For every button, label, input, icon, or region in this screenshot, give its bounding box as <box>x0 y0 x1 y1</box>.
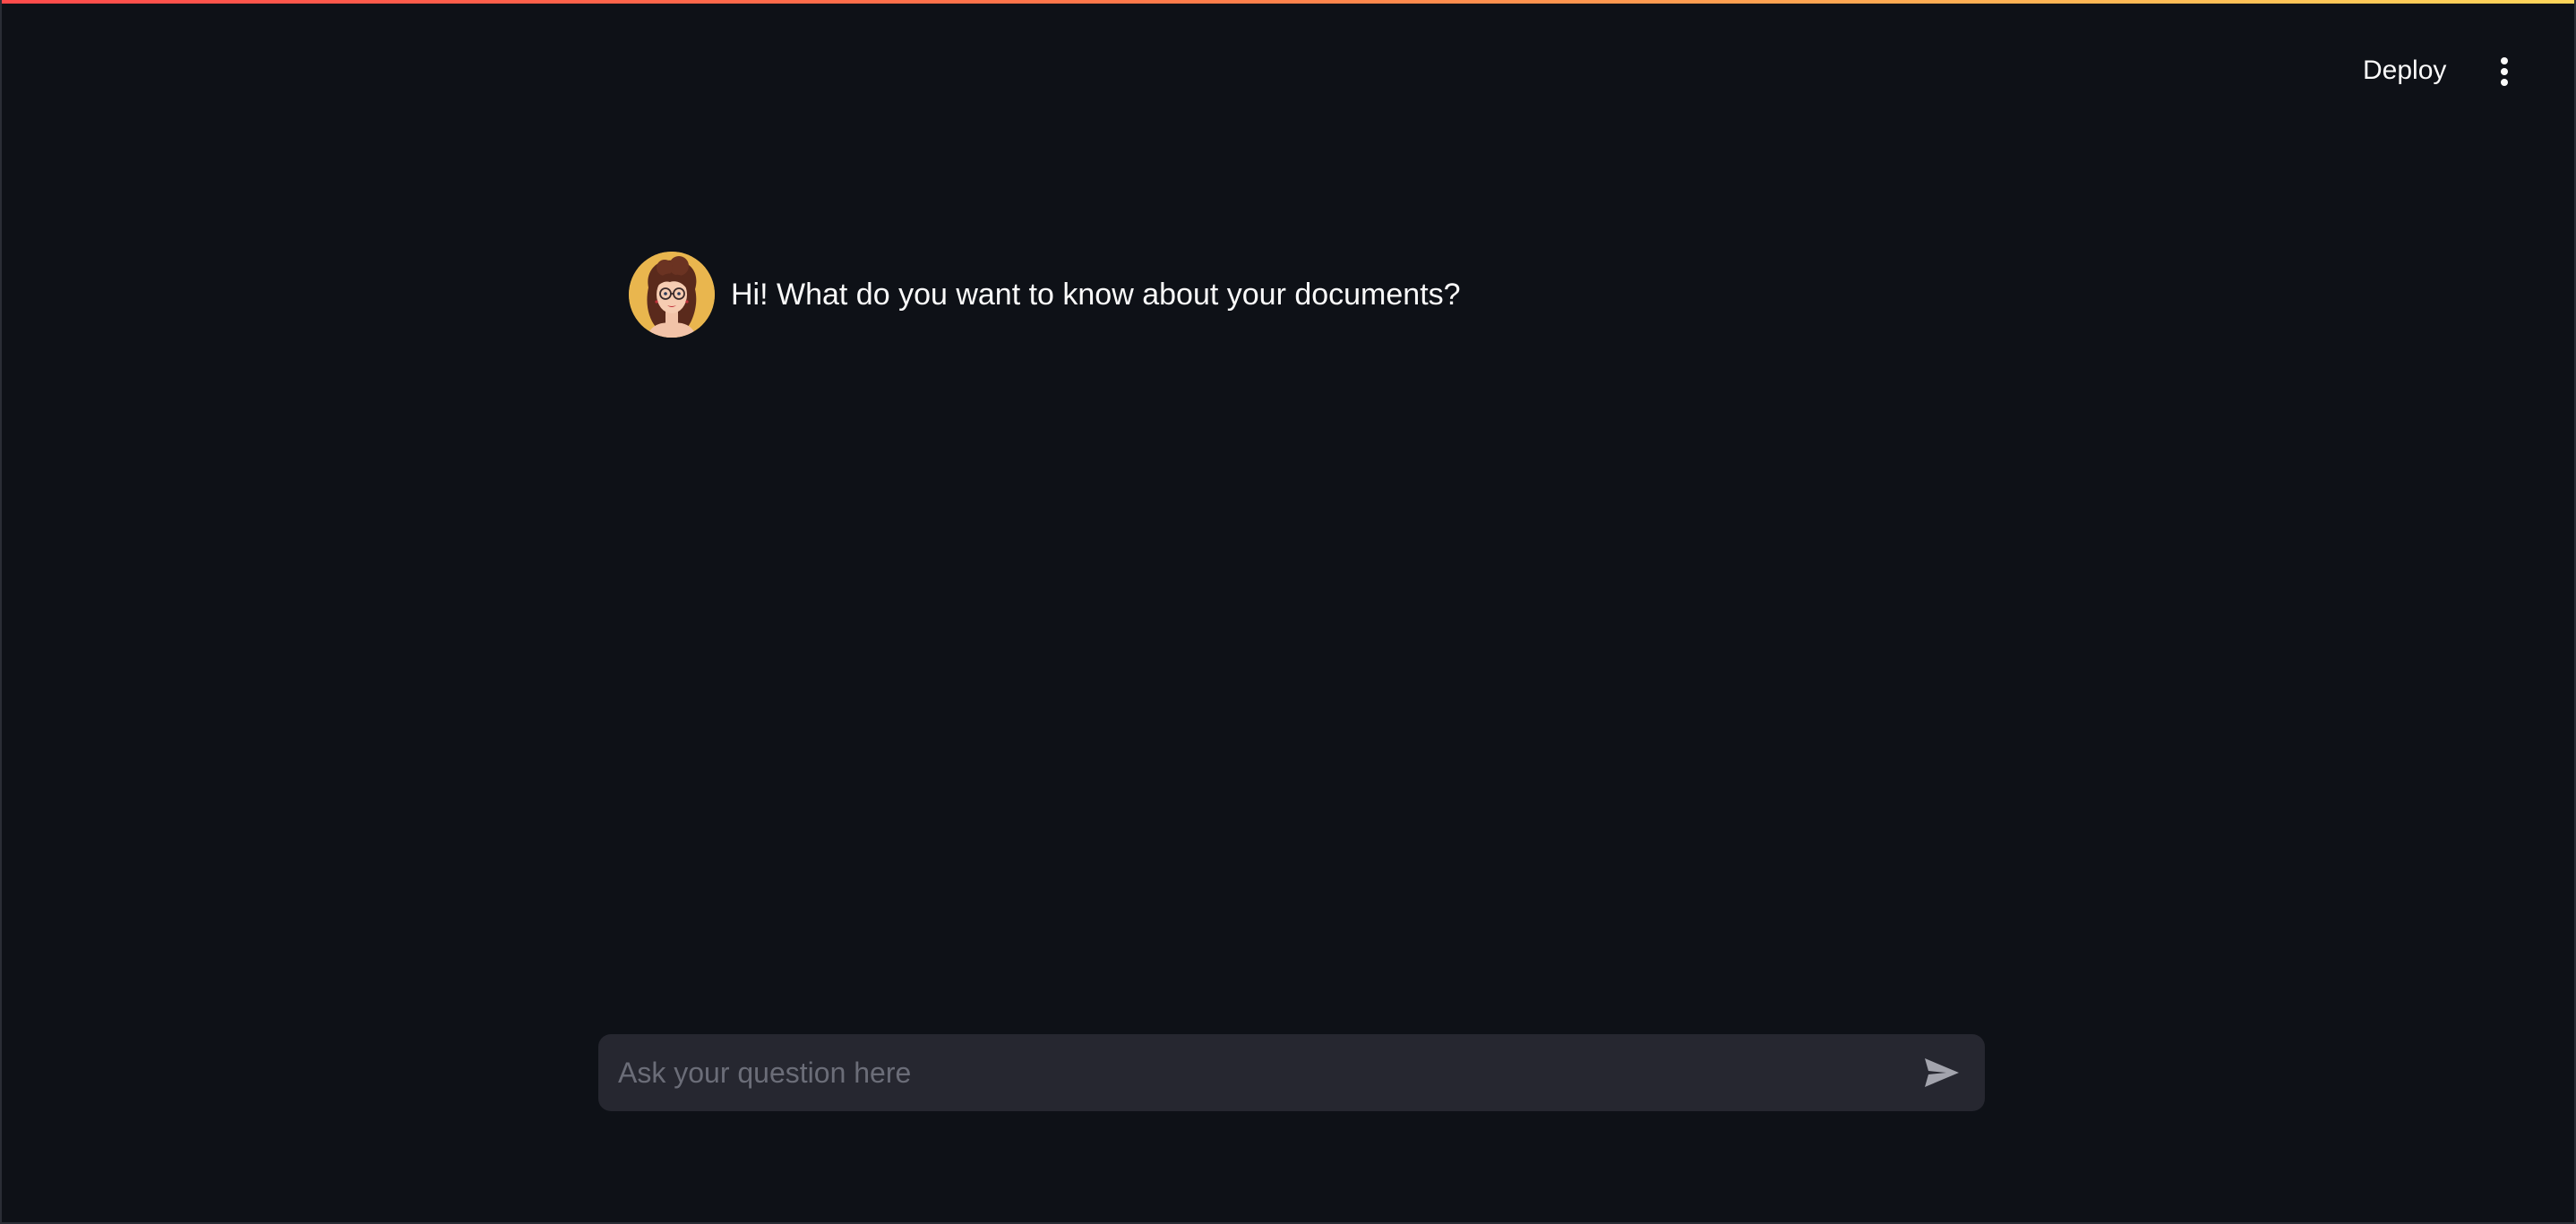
app-header: Deploy <box>2 0 2574 143</box>
send-button[interactable] <box>1917 1048 1967 1098</box>
chat-input[interactable] <box>616 1033 1917 1112</box>
deploy-button[interactable]: Deploy <box>2352 48 2457 93</box>
woman-with-glasses-avatar-icon <box>629 252 715 338</box>
chat-input-container <box>598 1033 1985 1112</box>
chat-message-text: Hi! What do you want to know about your … <box>731 277 1461 312</box>
main-menu-button[interactable] <box>2486 50 2522 93</box>
avatar <box>629 252 715 338</box>
app-window: Deploy Hi! What do you want to know abou… <box>0 0 2576 1224</box>
chat-message-assistant: Hi! What do you want to know about your … <box>629 252 1461 338</box>
vertical-ellipsis-icon <box>2501 57 2508 86</box>
paper-plane-send-icon <box>1925 1058 1959 1087</box>
